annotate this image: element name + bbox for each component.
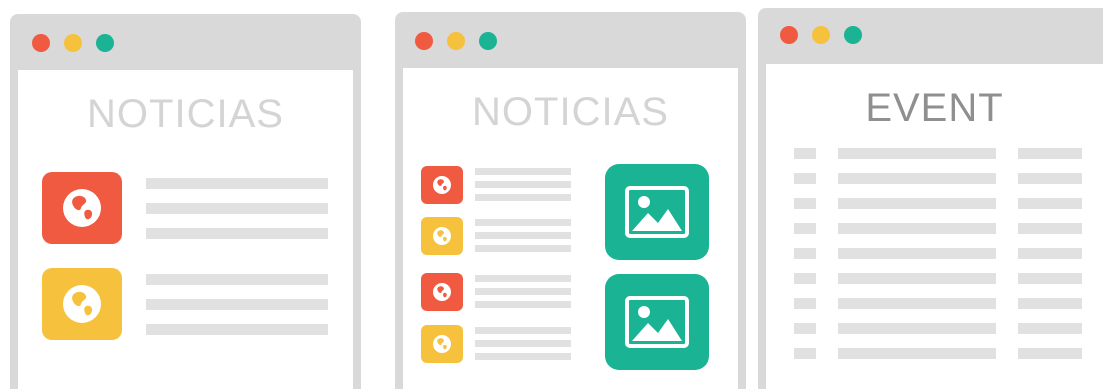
maximize-dot[interactable] — [96, 34, 114, 52]
browser-window-noticias-2: NOTICIAS — [395, 12, 746, 389]
text-line — [475, 327, 571, 334]
text-line — [475, 275, 571, 282]
window-titlebar — [10, 14, 361, 70]
table-cell — [838, 323, 996, 334]
table-cell — [1018, 148, 1082, 159]
table-cell — [794, 323, 816, 334]
text-line — [146, 274, 328, 285]
image-icon — [625, 186, 689, 238]
news-icon-red — [421, 166, 463, 204]
table-cell — [794, 273, 816, 284]
globe-icon — [63, 189, 101, 227]
table-cell — [794, 248, 816, 259]
close-dot[interactable] — [780, 26, 798, 44]
table-cell — [794, 198, 816, 209]
browser-window-event: EVENT — [758, 8, 1103, 389]
news-icon-red — [421, 273, 463, 311]
text-line — [475, 194, 571, 201]
text-line — [475, 181, 571, 188]
table-cell — [1018, 273, 1082, 284]
page-title: NOTICIAS — [472, 90, 669, 134]
table-cell — [838, 173, 996, 184]
globe-icon — [433, 176, 451, 194]
text-line — [146, 299, 328, 310]
globe-icon — [63, 285, 101, 323]
table-cell — [794, 298, 816, 309]
text-line — [475, 168, 571, 175]
maximize-dot[interactable] — [479, 32, 497, 50]
table-cell — [794, 148, 816, 159]
table-cell — [838, 348, 996, 359]
window-content: NOTICIAS — [18, 70, 353, 389]
news-icon-yellow — [421, 217, 463, 255]
globe-icon — [433, 227, 451, 245]
table-cell — [794, 173, 816, 184]
text-line — [475, 353, 571, 360]
globe-icon — [433, 335, 451, 353]
text-line — [475, 340, 571, 347]
table-cell — [838, 148, 996, 159]
text-line — [146, 178, 328, 189]
page-title: EVENT — [865, 86, 1004, 130]
maximize-dot[interactable] — [844, 26, 862, 44]
table-cell — [838, 223, 996, 234]
text-line — [475, 301, 571, 308]
image-thumbnail — [605, 274, 709, 370]
table-cell — [1018, 173, 1082, 184]
news-icon-yellow — [42, 268, 122, 340]
page-title: NOTICIAS — [87, 92, 284, 136]
text-line — [475, 219, 571, 226]
table-cell — [1018, 223, 1082, 234]
text-line — [475, 245, 571, 252]
news-icon-red — [42, 172, 122, 244]
text-line — [475, 232, 571, 239]
minimize-dot[interactable] — [64, 34, 82, 52]
table-cell — [1018, 298, 1082, 309]
table-cell — [794, 348, 816, 359]
close-dot[interactable] — [32, 34, 50, 52]
window-titlebar — [395, 12, 746, 68]
table-cell — [838, 273, 996, 284]
minimize-dot[interactable] — [812, 26, 830, 44]
table-cell — [794, 223, 816, 234]
browser-window-noticias-1: NOTICIAS — [10, 14, 361, 389]
image-icon — [625, 296, 689, 348]
text-line — [475, 288, 571, 295]
globe-icon — [433, 283, 451, 301]
image-thumbnail — [605, 164, 709, 260]
text-line — [146, 228, 328, 239]
text-line — [146, 203, 328, 214]
table-cell — [1018, 323, 1082, 334]
news-icon-yellow — [421, 325, 463, 363]
window-content: NOTICIAS — [403, 68, 738, 389]
table-cell — [1018, 348, 1082, 359]
table-cell — [838, 248, 996, 259]
table-cell — [1018, 248, 1082, 259]
close-dot[interactable] — [415, 32, 433, 50]
text-line — [146, 324, 328, 335]
table-cell — [838, 298, 996, 309]
table-cell — [1018, 198, 1082, 209]
window-content: EVENT — [766, 64, 1103, 389]
table-cell — [838, 198, 996, 209]
minimize-dot[interactable] — [447, 32, 465, 50]
window-titlebar — [758, 8, 1103, 64]
